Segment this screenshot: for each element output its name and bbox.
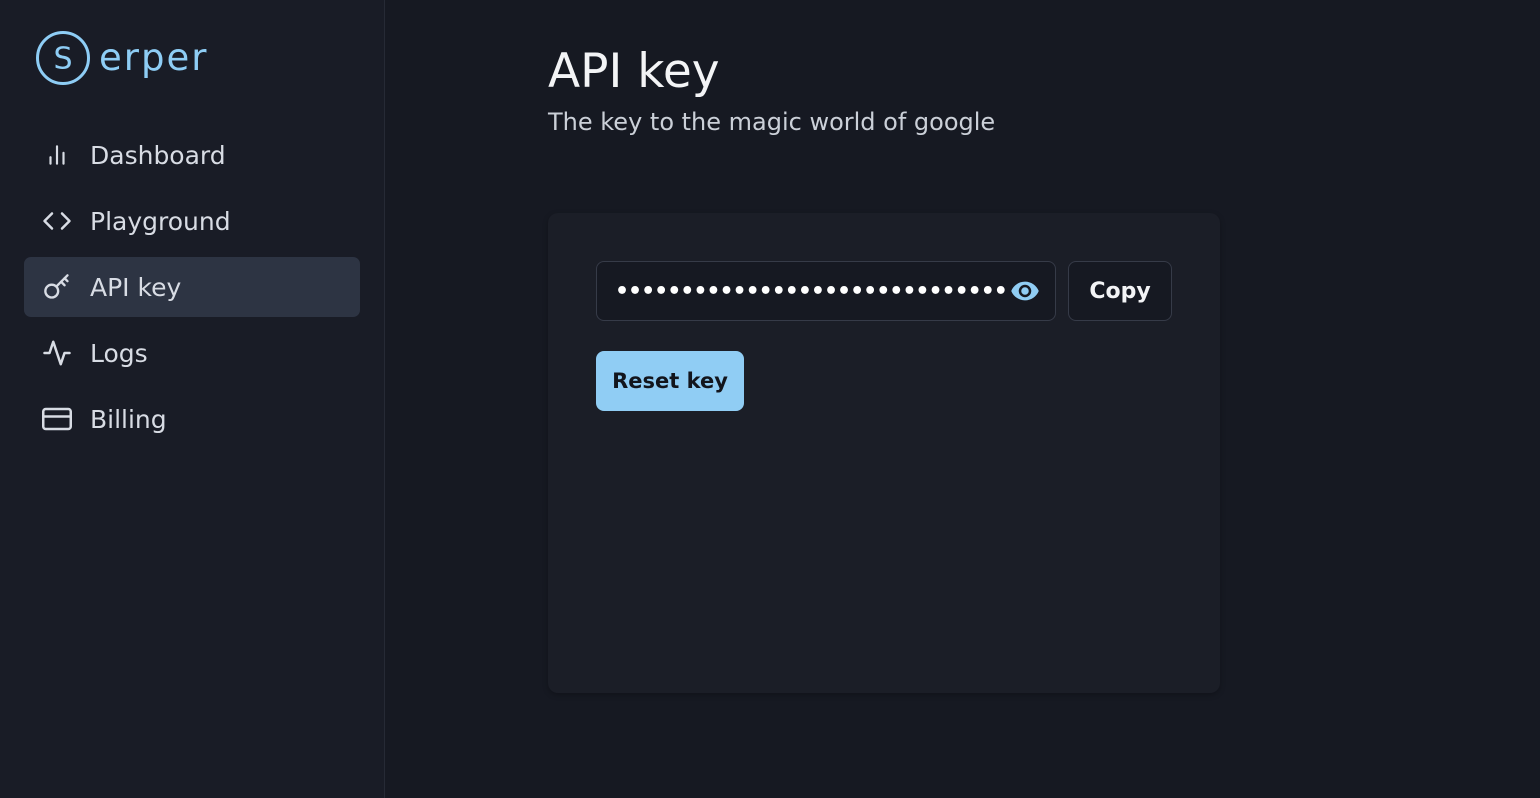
sidebar-item-api-key[interactable]: API key [24, 257, 360, 317]
logo-text: erper [99, 35, 209, 79]
activity-icon [41, 337, 73, 369]
credit-card-icon [41, 403, 73, 435]
code-icon [41, 205, 73, 237]
app-root: S erper Dashboard Playground API key Log… [0, 0, 1540, 798]
sidebar-item-billing[interactable]: Billing [24, 389, 360, 449]
logo-circle-icon: S [36, 31, 90, 85]
sidebar: S erper Dashboard Playground API key Log… [0, 0, 385, 798]
svg-text:S: S [53, 42, 72, 77]
page-title: API key [548, 44, 720, 99]
page-subtitle: The key to the magic world of google [548, 108, 996, 136]
sidebar-item-logs[interactable]: Logs [24, 323, 360, 383]
sidebar-item-label: Billing [90, 404, 167, 434]
api-key-masked-value[interactable]: •••••••••••••••••••••••••••••••••••• [615, 279, 1009, 304]
bar-chart-icon [41, 139, 73, 171]
copy-button[interactable]: Copy [1068, 261, 1172, 321]
sidebar-item-label: Logs [90, 338, 148, 368]
api-key-card: •••••••••••••••••••••••••••••••••••• Cop… [548, 213, 1220, 693]
sidebar-item-label: Playground [90, 206, 231, 236]
sidebar-nav: Dashboard Playground API key Logs Billin… [24, 125, 360, 449]
sidebar-item-label: Dashboard [90, 140, 226, 170]
sidebar-item-dashboard[interactable]: Dashboard [24, 125, 360, 185]
sidebar-item-label: API key [90, 272, 182, 302]
eye-icon[interactable] [1009, 275, 1041, 307]
reset-key-button[interactable]: Reset key [596, 351, 744, 411]
key-icon [41, 271, 73, 303]
serper-logo[interactable]: S erper [35, 28, 360, 88]
main-content: API key The key to the magic world of go… [385, 0, 1540, 798]
sidebar-item-playground[interactable]: Playground [24, 191, 360, 251]
api-key-field[interactable]: •••••••••••••••••••••••••••••••••••• [596, 261, 1056, 321]
